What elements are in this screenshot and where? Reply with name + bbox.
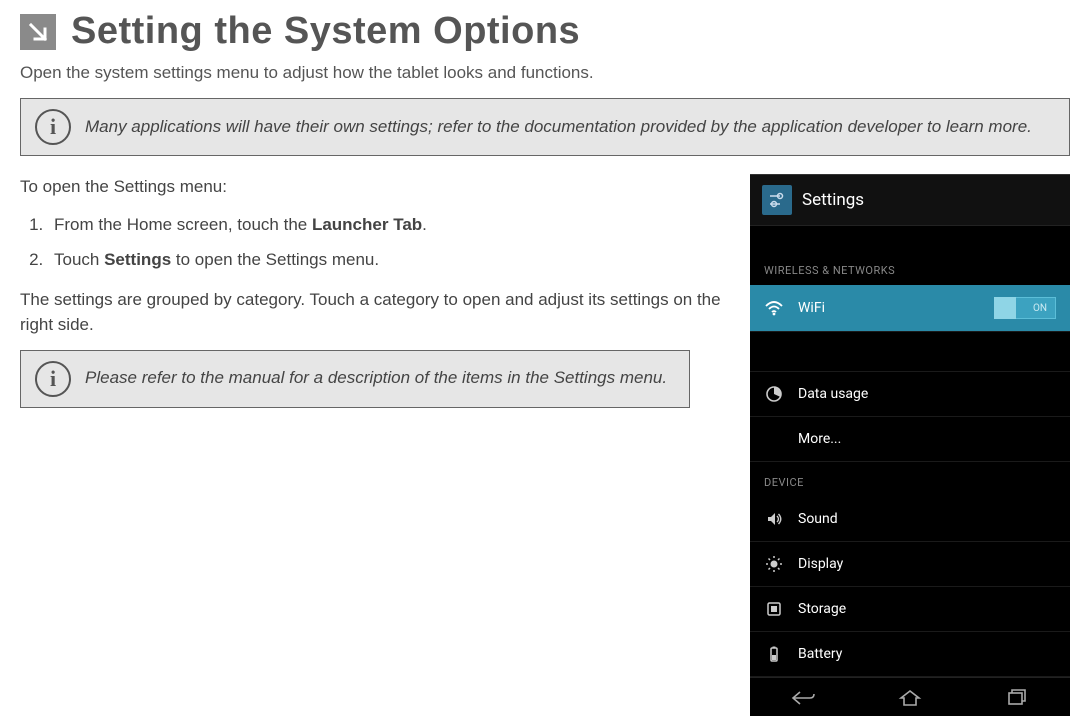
blank-row [750,332,1070,372]
step2-post: to open the Settings menu. [171,250,379,269]
step2-pre: Touch [54,250,104,269]
nav-bar [750,677,1070,716]
intro-text: Open the system settings menu to adjust … [20,63,1070,83]
step1-post: . [422,215,427,234]
more-label: More... [798,431,841,447]
battery-icon [764,644,784,664]
home-icon[interactable] [896,688,924,708]
sound-row[interactable]: Sound [750,497,1070,542]
display-icon [764,554,784,574]
sound-label: Sound [798,511,838,527]
info-icon: i [35,109,71,145]
page-title: Setting the System Options [71,10,580,53]
storage-icon [764,599,784,619]
note-box-1: i Many applications will have their own … [20,98,1070,156]
storage-row[interactable]: Storage [750,587,1070,632]
display-row[interactable]: Display [750,542,1070,587]
settings-app-icon [762,185,792,215]
display-label: Display [798,556,843,572]
info-icon: i [35,361,71,397]
section-device: DEVICE [750,462,1070,497]
battery-label: Battery [798,646,842,662]
wifi-row[interactable]: WiFi ON [750,285,1070,332]
step1-pre: From the Home screen, touch the [54,215,312,234]
grouped-text: The settings are grouped by category. To… [20,287,725,338]
section-wireless: WIRELESS & NETWORKS [750,250,1070,285]
data-usage-icon [764,384,784,404]
sound-icon [764,509,784,529]
back-icon[interactable] [789,688,817,708]
note-box-2: i Please refer to the manual for a descr… [20,350,690,408]
settings-header-text: Settings [802,190,864,210]
data-usage-row[interactable]: Data usage [750,372,1070,417]
step2-bold: Settings [104,250,171,269]
wifi-icon [764,298,784,318]
tablet-screenshot: Settings WIRELESS & NETWORKS WiFi ON Dat… [750,174,1070,716]
section-arrow-icon [20,14,56,50]
step1-bold: Launcher Tab [312,215,422,234]
note-text-1: Many applications will have their own se… [85,116,1032,139]
settings-header: Settings [750,175,1070,226]
wifi-label: WiFi [798,300,825,316]
step-1: From the Home screen, touch the Launcher… [48,212,725,238]
toggle-on-label: ON [1033,303,1047,314]
instructions-lead: To open the Settings menu: [20,174,725,200]
recent-icon[interactable] [1003,688,1031,708]
more-row[interactable]: More... [750,417,1070,462]
wifi-toggle[interactable]: ON [994,297,1056,319]
battery-row[interactable]: Battery [750,632,1070,677]
data-usage-label: Data usage [798,386,868,402]
note-text-2: Please refer to the manual for a descrip… [85,367,667,390]
storage-label: Storage [798,601,846,617]
step-2: Touch Settings to open the Settings menu… [48,247,725,273]
